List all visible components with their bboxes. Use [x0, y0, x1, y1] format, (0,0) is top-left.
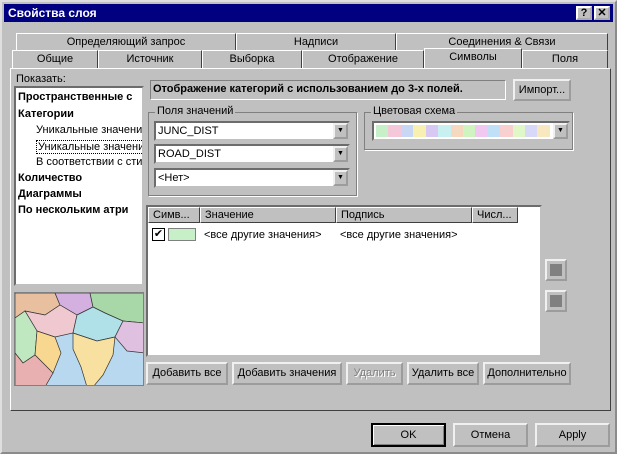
window-title: Свойства слоя	[8, 6, 97, 20]
row-checkbox[interactable]: ✔	[152, 228, 165, 241]
value-field-1-value: JUNC_DIST	[158, 125, 219, 137]
color-ramp-cell	[413, 125, 426, 137]
tab-selection[interactable]: Выборка	[202, 50, 302, 68]
map-preview-svg	[15, 293, 143, 385]
row-label: <все другие значения>	[340, 229, 458, 241]
table-row[interactable]: ✔ <все другие значения> <все другие знач…	[148, 226, 540, 244]
color-ramp-cell	[425, 125, 439, 137]
value-field-2-select[interactable]: ROAD_DIST ▼	[154, 144, 350, 164]
value-field-1-select[interactable]: JUNC_DIST ▼	[154, 121, 350, 141]
move-down-icon	[550, 295, 562, 307]
color-ramp-cell	[512, 125, 526, 137]
chevron-down-icon[interactable]: ▼	[333, 123, 348, 139]
tree-item-categories[interactable]: Категории	[18, 108, 74, 120]
color-scheme-select[interactable]: ▼	[372, 121, 570, 141]
color-ramp-cell	[500, 125, 513, 137]
remove-button[interactable]: Удалить	[346, 362, 403, 385]
add-all-button[interactable]: Добавить все	[146, 362, 228, 385]
header-box: Отображение категорий с использованием д…	[150, 80, 506, 100]
color-ramp-cell	[487, 125, 501, 137]
add-values-button[interactable]: Добавить значения	[232, 362, 342, 385]
tab-general[interactable]: Общие	[12, 50, 98, 68]
symbol-swatch[interactable]	[168, 228, 196, 241]
color-ramp-cell	[525, 125, 538, 137]
tab-source[interactable]: Источник	[98, 50, 202, 68]
cancel-button[interactable]: Отмена	[453, 423, 528, 447]
color-ramp-cell	[388, 125, 401, 137]
tree-item-charts[interactable]: Диаграммы	[18, 188, 82, 200]
show-label: Показать:	[16, 73, 66, 85]
tree-item-quantities[interactable]: Количество	[18, 172, 82, 184]
tree-item-features[interactable]: Пространственные с	[18, 91, 132, 103]
move-up-icon	[550, 264, 562, 276]
advanced-button[interactable]: Дополнительно	[483, 362, 571, 385]
color-ramp-cell	[400, 125, 414, 137]
help-button[interactable]: ?	[576, 6, 592, 20]
tree-item-match-style[interactable]: В соответствии с сти	[36, 156, 142, 168]
row-value: <все другие значения>	[204, 229, 322, 241]
color-ramp-cell	[537, 125, 550, 137]
tree-item-unique-values[interactable]: Уникальные значени	[36, 124, 142, 136]
values-table[interactable]: Симв... Значение Подпись Числ... ✔ <все …	[146, 205, 542, 357]
title-bar: Свойства слоя ? ✕	[4, 4, 613, 22]
color-ramp-cell	[475, 125, 488, 137]
move-down-button[interactable]	[545, 290, 567, 312]
layer-properties-dialog: Свойства слоя ? ✕ Определяющий запрос На…	[0, 0, 617, 454]
color-scheme-title: Цветовая схема	[371, 105, 458, 117]
col-header-value[interactable]: Значение	[200, 207, 336, 223]
chevron-down-icon[interactable]: ▼	[333, 146, 348, 162]
close-button[interactable]: ✕	[594, 6, 610, 20]
tree-item-multiple-attributes[interactable]: По нескольким атри	[18, 204, 128, 216]
color-ramp-cell	[462, 125, 476, 137]
tab-display[interactable]: Отображение	[302, 50, 424, 68]
color-ramp-cell	[438, 125, 451, 137]
tab-fields[interactable]: Поля	[522, 50, 608, 68]
chevron-down-icon[interactable]: ▼	[333, 170, 348, 186]
header-description: Отображение категорий с использованием д…	[153, 83, 463, 95]
tree-item-unique-values-many[interactable]: Уникальные значени	[36, 140, 142, 154]
tab-definition-query[interactable]: Определяющий запрос	[16, 33, 236, 51]
value-field-2-value: ROAD_DIST	[158, 148, 221, 160]
color-ramp	[376, 125, 550, 137]
show-tree[interactable]: Пространственные с Категории Уникальные …	[14, 86, 144, 286]
col-header-count[interactable]: Числ...	[472, 207, 518, 223]
tab-symbology[interactable]: Символы	[424, 48, 522, 68]
col-header-symbol[interactable]: Симв...	[148, 207, 200, 223]
value-fields-title: Поля значений	[155, 105, 236, 117]
import-button[interactable]: Импорт...	[513, 79, 571, 101]
color-ramp-cell	[376, 125, 389, 137]
ok-button[interactable]: OK	[371, 423, 446, 447]
map-preview-image	[14, 292, 144, 386]
color-ramp-cell	[450, 125, 463, 137]
apply-button[interactable]: Apply	[535, 423, 610, 447]
col-header-label[interactable]: Подпись	[336, 207, 472, 223]
value-field-3-value: <Нет>	[158, 172, 190, 184]
remove-all-button[interactable]: Удалить все	[407, 362, 479, 385]
chevron-down-icon[interactable]: ▼	[553, 123, 568, 139]
value-field-3-select[interactable]: <Нет> ▼	[154, 168, 350, 188]
tab-labels[interactable]: Надписи	[236, 33, 396, 51]
move-up-button[interactable]	[545, 259, 567, 281]
